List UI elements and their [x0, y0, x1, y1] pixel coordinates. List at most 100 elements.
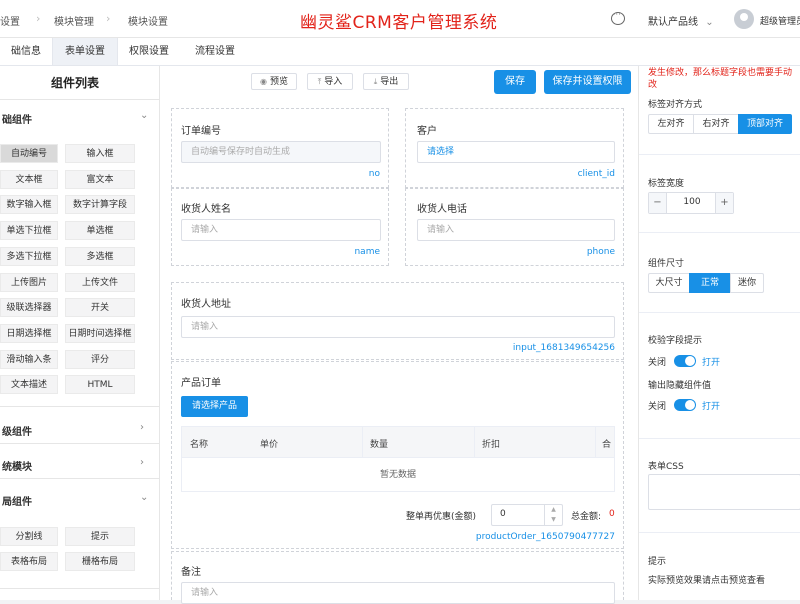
- field-remark[interactable]: 备注 请输入: [171, 551, 624, 604]
- field-receiver-name[interactable]: 收货人姓名 请输入 name: [171, 188, 389, 266]
- plus-icon[interactable]: +: [715, 193, 733, 213]
- tip-text: 实际预览效果请点击预览查看: [648, 576, 766, 586]
- component-basic-item[interactable]: 数字计算字段: [65, 195, 135, 215]
- size-mini-option[interactable]: 迷你: [730, 273, 764, 293]
- component-basic-item[interactable]: 级联选择器: [0, 298, 58, 318]
- divider: [639, 154, 800, 155]
- component-basic-item[interactable]: 文本描述: [0, 375, 58, 395]
- component-layout-item[interactable]: 表格布局: [0, 552, 58, 571]
- size-normal-option[interactable]: 正常: [689, 273, 731, 293]
- label-width-stepper[interactable]: − 100 +: [648, 192, 734, 214]
- align-top-option[interactable]: 顶部对齐: [738, 114, 792, 134]
- tab-form-settings[interactable]: 表单设置: [52, 38, 118, 65]
- component-basic-item[interactable]: 滑动输入条: [0, 349, 58, 369]
- column-divider: [362, 427, 363, 458]
- column-header: 数量: [370, 440, 389, 450]
- field-receiver-phone[interactable]: 收货人电话 请输入 phone: [405, 188, 624, 266]
- save-button[interactable]: 保存: [494, 70, 536, 94]
- align-left-option[interactable]: 左对齐: [648, 114, 694, 134]
- warning-text: 发生修改，那么标题字段也需要手动: [648, 68, 793, 78]
- validate-hint-label: 校验字段提示: [648, 336, 703, 346]
- divider: [0, 478, 160, 479]
- import-button[interactable]: ⤒ 导入: [307, 73, 353, 90]
- component-basic-item[interactable]: 多选下拉框: [0, 246, 58, 266]
- chat-bubble-icon[interactable]: [611, 10, 625, 25]
- group-system-modules-label[interactable]: 统模块: [2, 458, 32, 473]
- warning-text: 改: [648, 80, 658, 90]
- output-hidden-label: 输出隐藏组件值: [648, 381, 712, 391]
- field-key: productOrder_1650790477727: [475, 532, 615, 542]
- avatar[interactable]: [734, 9, 754, 29]
- client-select[interactable]: 请选择: [417, 141, 615, 163]
- component-basic-item[interactable]: 评分: [65, 349, 135, 369]
- component-basic-item[interactable]: 日期时间选择框: [65, 323, 135, 343]
- group-layout-label[interactable]: 局组件: [2, 493, 32, 508]
- select-product-button[interactable]: 请选择产品: [181, 396, 248, 417]
- chevron-right-icon[interactable]: ›: [140, 422, 144, 433]
- component-basic-item[interactable]: 单选下拉框: [0, 221, 58, 241]
- receiver-name-input[interactable]: 请输入: [181, 219, 381, 241]
- size-label: 组件尺寸: [648, 259, 685, 269]
- total-label: 总金额:: [571, 512, 602, 522]
- size-large-option[interactable]: 大尺寸: [648, 273, 690, 293]
- settings-tabs: 础信息 表单设置 权限设置 流程设置: [0, 38, 800, 66]
- validate-hint-toggle[interactable]: [674, 355, 696, 367]
- component-list-title: 组件列表: [50, 76, 99, 90]
- breadcrumb-settings[interactable]: 设置: [0, 13, 20, 28]
- tab-permission-settings[interactable]: 权限设置: [118, 38, 180, 65]
- component-basic-item[interactable]: 上传文件: [65, 272, 135, 292]
- component-basic-item[interactable]: 单选框: [65, 221, 135, 241]
- export-button[interactable]: ⤓ 导出: [363, 73, 409, 90]
- chevron-down-icon[interactable]: ⌄: [140, 110, 148, 121]
- divider: [0, 406, 160, 407]
- field-key: name: [354, 247, 380, 257]
- chevron-down-icon: ⌄: [705, 17, 714, 28]
- component-basic-item[interactable]: 开关: [65, 298, 135, 318]
- component-basic-item[interactable]: 富文本: [65, 169, 135, 189]
- top-bar: 设置 › 模块管理 › 模块设置 幽灵鲨CRM客户管理系统 默认产品线 ⌄ 超级…: [0, 0, 800, 38]
- tab-flow-settings[interactable]: 流程设置: [184, 38, 246, 65]
- receiver-address-input[interactable]: 请输入: [181, 316, 615, 338]
- preview-button[interactable]: ◉ 预览: [251, 73, 297, 90]
- align-right-option[interactable]: 右对齐: [693, 114, 739, 134]
- component-basic-item[interactable]: 数字输入框: [0, 195, 58, 215]
- output-hidden-toggle[interactable]: [674, 399, 696, 411]
- field-receiver-address[interactable]: 收货人地址 请输入 input_1681349654256: [171, 282, 624, 360]
- component-basic-item[interactable]: 日期选择框: [0, 323, 58, 343]
- tab-basic-info[interactable]: 础信息: [0, 38, 52, 65]
- component-basic-item[interactable]: 上传图片: [0, 272, 58, 292]
- breadcrumb-separator-icon: ›: [106, 12, 111, 25]
- product-line-dropdown[interactable]: 默认产品线 ⌄: [648, 13, 714, 28]
- minus-icon[interactable]: −: [649, 193, 667, 213]
- save-and-set-permission-button[interactable]: 保存并设置权限: [544, 70, 631, 94]
- download-icon: ⤓: [373, 77, 378, 86]
- field-client[interactable]: 客户 请选择 client_id: [405, 108, 624, 188]
- field-product-order[interactable]: 产品订单 请选择产品 名称 单价 数量 折扣 合 暂无数据 整单再优惠(金额) …: [171, 361, 624, 549]
- switch-on-label: 打开: [702, 402, 721, 412]
- chevron-right-icon[interactable]: ›: [140, 457, 144, 468]
- component-layout-item[interactable]: 提示: [65, 527, 135, 546]
- component-basic-item[interactable]: 文本框: [0, 169, 58, 189]
- component-basic-item[interactable]: HTML: [65, 375, 135, 395]
- group-advanced-label[interactable]: 级组件: [2, 423, 32, 438]
- discount-label: 整单再优惠(金额): [406, 512, 477, 522]
- component-basic-item[interactable]: 输入框: [65, 144, 135, 163]
- component-basic-item[interactable]: 自动编号: [0, 144, 58, 163]
- stepper-arrows-icon[interactable]: ▲ ▼: [544, 505, 562, 525]
- chevron-down-icon[interactable]: ⌄: [140, 492, 148, 503]
- field-label: 产品订单: [181, 378, 221, 389]
- preview-label: 预览: [269, 77, 288, 87]
- breadcrumb-module-management[interactable]: 模块管理: [54, 13, 94, 28]
- user-name[interactable]: 超级管理员: [760, 14, 800, 27]
- receiver-phone-input[interactable]: 请输入: [417, 219, 615, 241]
- component-basic-item[interactable]: 多选框: [65, 246, 135, 266]
- component-layout-item[interactable]: 分割线: [0, 527, 58, 546]
- form-css-textarea[interactable]: [648, 474, 800, 510]
- discount-stepper[interactable]: 0 ▲ ▼: [491, 504, 563, 526]
- remark-input[interactable]: 请输入: [181, 582, 615, 604]
- column-divider: [595, 427, 596, 458]
- divider: [0, 588, 160, 589]
- group-basic-label[interactable]: 础组件: [2, 111, 32, 126]
- field-order-no[interactable]: 订单编号 自动编号保存时自动生成 no: [171, 108, 389, 188]
- component-layout-item[interactable]: 栅格布局: [65, 552, 135, 571]
